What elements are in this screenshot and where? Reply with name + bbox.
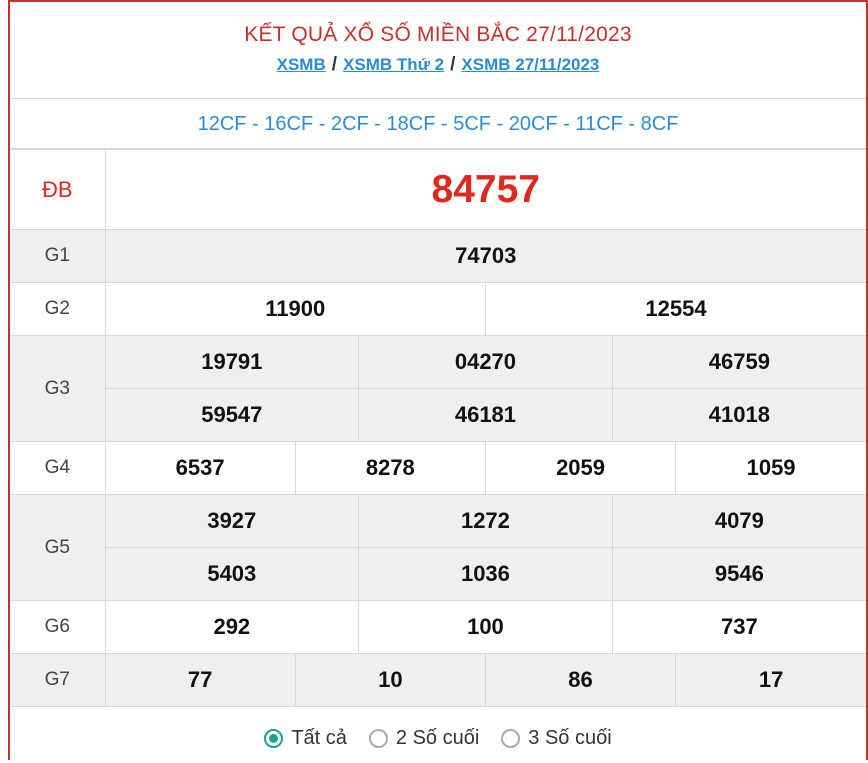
filter-option-all[interactable]: Tất cả <box>264 727 347 750</box>
prize-value-g1: 74703 <box>104 229 866 283</box>
prize-row-g4: G4 6537 8278 2059 1059 <box>10 441 866 495</box>
prize-value-g3: 46759 <box>611 335 866 389</box>
prize-row-g1: G1 74703 <box>10 229 866 283</box>
prize-label-g3: G3 <box>10 335 106 442</box>
prize-value-g3: 19791 <box>104 335 360 389</box>
breadcrumb-xsmb-thu-2[interactable]: XSMB Thứ 2 <box>343 55 444 74</box>
prize-value-g3: 04270 <box>358 335 613 389</box>
prize-label-g6: G6 <box>10 600 106 654</box>
radio-selected-icon[interactable] <box>264 729 284 748</box>
prize-value-g7: 17 <box>675 653 866 707</box>
page-title: KẾT QUẢ XỔ SỐ MIỀN BẮC 27/11/2023 <box>244 23 632 46</box>
prize-value-g2: 11900 <box>104 282 486 336</box>
filter-option-last-2[interactable]: 2 Số cuối <box>368 727 480 750</box>
prize-value-g7: 10 <box>294 653 486 707</box>
filter-option-last-3[interactable]: 3 Số cuối <box>501 727 612 750</box>
filter-option-label: 2 Số cuối <box>395 727 480 749</box>
results-panel: KẾT QUẢ XỔ SỐ MIỀN BẮC 27/11/2023 XSMB / X… <box>8 0 868 760</box>
prize-row-db: ĐB 84757 <box>10 149 866 230</box>
prize-row-g6: G6 292 100 737 <box>10 600 866 654</box>
prize-value-g4: 2059 <box>484 441 677 495</box>
prize-row-g3: 59547 46181 41018 <box>10 388 866 442</box>
prize-value-g5: 9546 <box>611 547 866 601</box>
prize-value-g3: 59547 <box>104 388 360 442</box>
prize-value-g6: 737 <box>611 600 866 654</box>
breadcrumb-separator: / <box>450 54 456 75</box>
prize-value-g4: 6537 <box>104 441 296 495</box>
prize-value-g3: 41018 <box>611 388 866 442</box>
prize-value-g5: 1272 <box>358 494 613 548</box>
prize-value-g4: 8278 <box>294 441 486 495</box>
prize-value-g6: 100 <box>358 600 613 654</box>
prize-row-g7: G7 77 10 86 17 <box>10 653 866 707</box>
prize-label-g5: G5 <box>10 494 106 601</box>
breadcrumb-xsmb[interactable]: XSMB <box>277 55 326 74</box>
prize-label-db: ĐB <box>10 149 106 230</box>
prize-value-g5: 4079 <box>611 494 866 548</box>
radio-icon[interactable] <box>368 729 388 748</box>
prize-value-g5: 1036 <box>358 547 613 601</box>
prize-row-g5: 5403 1036 9546 <box>10 547 866 601</box>
prize-label-g7: G7 <box>10 653 106 707</box>
prize-label-g4: G4 <box>10 441 106 495</box>
results-table: ĐB 84757 G1 74703 G2 11900 12554 G3 1979… <box>10 149 866 707</box>
results-header: KẾT QUẢ XỔ SỐ MIỀN BẮC 27/11/2023 XSMB / X… <box>10 2 866 99</box>
breadcrumb: XSMB / XSMB Thứ 2 / XSMB 27/11/2023 <box>10 54 866 76</box>
prize-value-g7: 86 <box>484 653 677 707</box>
draw-codes: 12CF - 16CF - 2CF - 18CF - 5CF - 20CF - … <box>10 99 866 149</box>
prize-row-g3: G3 19791 04270 46759 <box>10 335 866 442</box>
prize-label-g1: G1 <box>10 229 106 283</box>
prize-value-g5: 5403 <box>104 547 360 601</box>
prize-value-db: 84757 <box>104 149 866 230</box>
prize-row-g2: G2 11900 12554 <box>10 282 866 336</box>
filter-option-label: 3 Số cuối <box>528 727 612 749</box>
prize-value-g3: 46181 <box>358 388 613 442</box>
filter-option-label: Tất cả <box>291 727 347 749</box>
prize-value-g7: 77 <box>104 653 296 707</box>
prize-value-g2: 12554 <box>484 282 866 336</box>
prize-label-g2: G2 <box>10 282 106 336</box>
digit-filter: Tất cả 2 Số cuối 3 Số cuối <box>10 707 866 763</box>
prize-value-g4: 1059 <box>675 441 866 495</box>
prize-value-g6: 292 <box>104 600 360 654</box>
breadcrumb-separator: / <box>331 54 338 75</box>
radio-icon[interactable] <box>501 729 521 748</box>
breadcrumb-xsmb-date[interactable]: XSMB 27/11/2023 <box>461 55 599 74</box>
prize-row-g5: G5 3927 1272 4079 <box>10 494 866 601</box>
prize-value-g5: 3927 <box>104 494 360 548</box>
